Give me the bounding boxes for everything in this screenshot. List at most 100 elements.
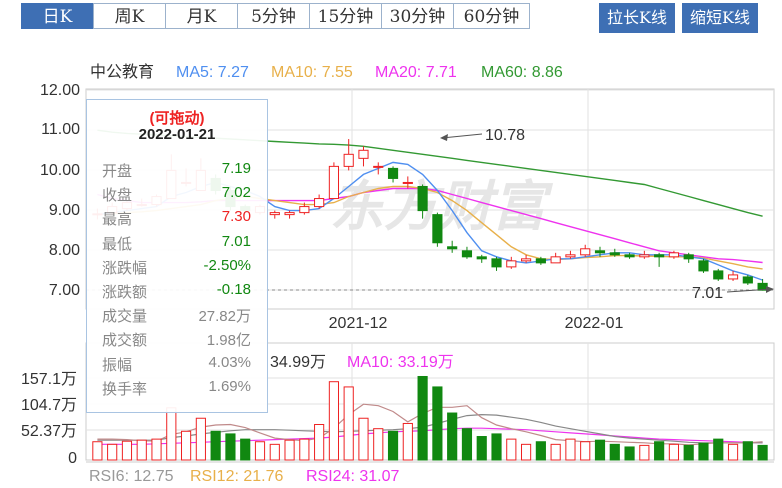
volume-bar [594,439,606,461]
tooltip-row-label: 涨跌幅 [102,259,148,277]
tooltip-date: 2022-01-21 [138,126,216,143]
volume-bar [151,438,162,461]
volume-bar [668,443,679,461]
legend-ma10: MA10: 7.55 [271,64,353,81]
volume-bar [432,386,443,461]
tab-30min[interactable]: 30分钟 [381,3,454,29]
candle-body [328,165,339,200]
rsi24-legend: RSI24: 31.07 [306,468,400,485]
tooltip-row-value: 4.03% [208,353,251,371]
tooltip-row-value: 7.30 [221,208,251,226]
volume-legend-ma10: MA10: 33.19万 [347,354,454,371]
volume-bar [328,381,339,461]
candle-body [402,181,413,184]
period-toolbar: 日K 周K 月K 5分钟 15分钟 30分钟 60分钟 拉长K线 缩短K线 [0,0,782,36]
volume-bar [314,424,325,461]
candle-body [269,212,280,216]
tab-15min[interactable]: 15分钟 [309,3,382,29]
volume-bar [166,407,177,461]
tooltip-row: 最低 7.01 [87,233,267,255]
candle-body [343,153,354,167]
stock-name: 中公教育 [90,63,154,81]
tooltip-row-value: 27.82万 [198,308,251,326]
tab-monthly-k[interactable]: 月K [165,3,238,29]
price-tick-label: 8.00 [49,242,80,259]
tooltip-row-label: 开盘 [102,163,133,180]
volume-bar [624,446,635,461]
tooltip-row-label: 成交额 [102,332,148,350]
volume-bar [565,438,576,461]
legend-ma20: MA20: 7.71 [375,64,457,81]
tooltip-row-label: 成交量 [102,308,148,326]
candle-body [521,258,532,262]
volume-bar [683,444,694,461]
candle-body [713,270,724,280]
volume-bar [447,412,458,461]
candle-body [535,258,546,264]
volume-bar [343,386,354,461]
tooltip-row: 振幅 4.03% [87,354,267,376]
tooltip-row-value: 1.98亿 [206,332,251,350]
tooltip-row: 开盘 7.19 [87,160,267,182]
rsi6-legend: RSI6: 12.75 [89,468,174,485]
tab-5min[interactable]: 5分钟 [237,3,310,29]
candle-body [417,185,428,212]
volume-bar [181,430,192,461]
tooltip-row-label: 最高 [102,211,133,229]
candle-body [358,149,369,159]
volume-bar [284,439,295,461]
volume-tick-label: 0 [68,450,77,467]
candle-body [594,250,606,254]
candle-body [387,167,399,179]
volume-bar [742,441,753,461]
volume-legend-ma5: 34.99万 [270,354,326,371]
ohlc-tooltip[interactable]: (可拖动) 2022-01-21 开盘 7.19 收盘 7.02 最高 7.30 最低 7.0… [86,99,268,413]
candle-body [432,214,443,244]
candle-body [565,254,576,258]
volume-bar [373,428,384,461]
legend-ma5: MA5: 7.27 [176,64,249,81]
volume-bar [698,442,709,461]
candle-body [314,198,325,208]
volume-bar [491,433,502,461]
high-label: 10.78 [485,127,525,144]
tab-weekly-k[interactable]: 周K [93,3,166,29]
stretch-k-button[interactable]: 拉长K线 [599,3,675,33]
tooltip-row-value: -0.18 [216,281,251,298]
candle-body [476,256,487,260]
candle-body [727,274,739,280]
tooltip-row-label: 换手率 [102,380,148,398]
volume-bar [727,443,739,461]
shrink-k-button[interactable]: 缩短K线 [682,3,758,33]
tooltip-row-value: 7.02 [221,184,251,202]
volume-bar [580,441,591,461]
candle-body [683,254,694,260]
price-tick-label: 10.00 [40,162,80,179]
price-tick-label: 12.00 [40,82,80,99]
candle-body [654,254,665,258]
volume-bar [387,430,399,461]
tab-60min[interactable]: 60分钟 [453,3,530,29]
volume-bar [210,430,221,461]
candle-body [299,206,310,214]
tooltip-drag-hint: (可拖动) [149,110,205,127]
candle-body [506,260,517,268]
arrow-icon [440,134,448,141]
volume-bar [609,443,620,461]
tab-daily-k[interactable]: 日K [21,3,94,29]
price-tick-label: 9.00 [49,202,80,219]
candle-body [550,256,561,264]
candle-body [639,254,650,258]
tooltip-row-value: 7.01 [221,232,251,250]
tooltip-row-value: 1.69% [208,377,251,395]
x-tick-label: 2022-01 [565,315,624,332]
volume-bar [121,440,133,461]
volume-bar [417,375,428,461]
candle-body [742,276,753,284]
tooltip-row: 换手率 1.69% [87,378,267,400]
volume-bar [476,436,487,461]
volume-bar [402,422,413,461]
volume-bar [506,438,517,461]
volume-bar [195,417,206,461]
volume-bar [225,433,236,461]
